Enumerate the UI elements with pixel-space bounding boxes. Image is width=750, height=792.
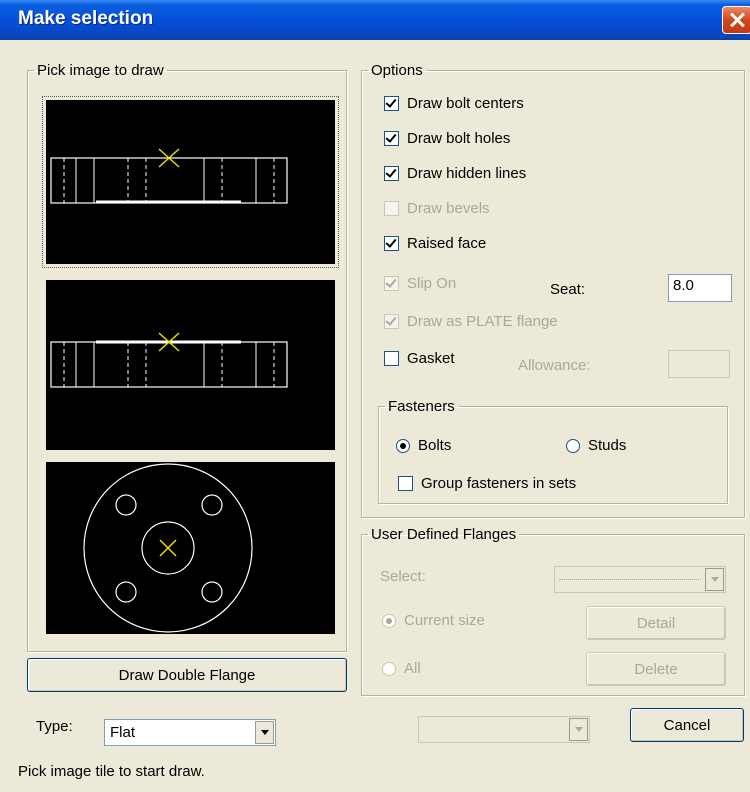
tile-side-view-raised[interactable] (42, 96, 339, 268)
bolts-label: Bolts (418, 437, 452, 454)
draw-bolt-centers-label: Draw bolt centers (407, 95, 524, 112)
gasket-label: Gasket (407, 350, 455, 367)
radio-icon (566, 438, 580, 453)
seat-label: Seat: (550, 281, 586, 298)
pick-image-legend: Pick image to draw (37, 62, 164, 79)
chevron-down-icon[interactable] (569, 718, 588, 741)
tile-side-view-flat[interactable] (46, 280, 335, 450)
checkbox-icon (384, 351, 399, 366)
select-label: Select: (380, 568, 426, 585)
checkbox-icon (384, 131, 399, 146)
checkbox-icon (384, 96, 399, 111)
checkbox-icon (384, 166, 399, 181)
current-size-label: Current size (404, 612, 485, 629)
allowance-label: Allowance: (518, 357, 591, 374)
detail-button[interactable]: Detail (586, 606, 726, 640)
close-icon[interactable] (722, 6, 750, 34)
draw-hidden-lines-label: Draw hidden lines (407, 165, 527, 182)
type-select-value: Flat (110, 724, 136, 741)
radio-icon (382, 661, 396, 676)
flange-side-view-drawing (50, 148, 288, 204)
bolts-radio[interactable]: Bolts (396, 437, 451, 454)
flange-front-view-drawing (83, 463, 253, 633)
checkbox-icon (384, 201, 399, 216)
draw-bevels-label: Draw bevels (407, 200, 490, 217)
checkbox-icon (384, 276, 399, 291)
tile-front-view[interactable] (46, 462, 335, 634)
draw-as-plate-label: Draw as PLATE flange (407, 313, 558, 330)
raised-face-checkbox[interactable]: Raised face (384, 235, 486, 252)
draw-as-plate-checkbox[interactable]: Draw as PLATE flange (384, 313, 558, 330)
current-size-radio[interactable]: Current size (382, 612, 485, 629)
draw-bevels-checkbox[interactable]: Draw bevels (384, 200, 490, 217)
options-legend: Options (371, 62, 423, 79)
type-select[interactable]: Flat (104, 719, 276, 746)
raised-face-label: Raised face (407, 235, 487, 252)
draw-bolt-centers-checkbox[interactable]: Draw bolt centers (384, 95, 524, 112)
checkbox-icon (384, 236, 399, 251)
user-flange-select[interactable] (554, 566, 726, 593)
all-radio[interactable]: All (382, 660, 421, 677)
delete-button-label: Delete (634, 660, 678, 678)
fasteners-legend: Fasteners (388, 398, 455, 415)
window-title: Make selection (18, 8, 154, 29)
studs-label: Studs (588, 437, 627, 454)
select-placeholder-line (559, 579, 701, 580)
detail-button-label: Detail (636, 614, 676, 632)
group-fasteners-checkbox[interactable]: Group fasteners in sets (398, 475, 576, 492)
studs-radio[interactable]: Studs (566, 437, 626, 454)
chevron-down-icon[interactable] (705, 568, 724, 591)
chevron-down-icon[interactable] (255, 721, 274, 744)
draw-bolt-holes-label: Draw bolt holes (407, 130, 511, 147)
all-label: All (404, 660, 421, 677)
bottom-combo[interactable] (418, 716, 590, 743)
checkbox-icon (384, 314, 399, 329)
status-text: Pick image tile to start draw. (18, 763, 205, 780)
flange-flat-view-drawing (50, 332, 288, 388)
type-label: Type: (36, 718, 73, 735)
cancel-button-label: Cancel (663, 716, 711, 734)
title-bar: Make selection (0, 0, 750, 40)
draw-bolt-holes-checkbox[interactable]: Draw bolt holes (384, 130, 510, 147)
draw-double-flange-button[interactable]: Draw Double Flange (27, 658, 347, 692)
radio-icon (382, 613, 396, 628)
allowance-input[interactable] (668, 350, 730, 378)
gasket-checkbox[interactable]: Gasket (384, 350, 455, 367)
draw-double-flange-label: Draw Double Flange (118, 666, 256, 684)
slip-on-checkbox[interactable]: Slip On (384, 275, 456, 292)
seat-value: 8.0 (673, 277, 694, 294)
draw-hidden-lines-checkbox[interactable]: Draw hidden lines (384, 165, 526, 182)
radio-icon (396, 438, 410, 453)
slip-on-label: Slip On (407, 275, 457, 292)
seat-input[interactable]: 8.0 (668, 274, 732, 302)
group-fasteners-label: Group fasteners in sets (421, 475, 577, 492)
checkbox-icon (398, 476, 413, 491)
delete-button[interactable]: Delete (586, 652, 726, 686)
user-defined-legend: User Defined Flanges (371, 526, 517, 543)
cancel-button[interactable]: Cancel (630, 708, 744, 742)
